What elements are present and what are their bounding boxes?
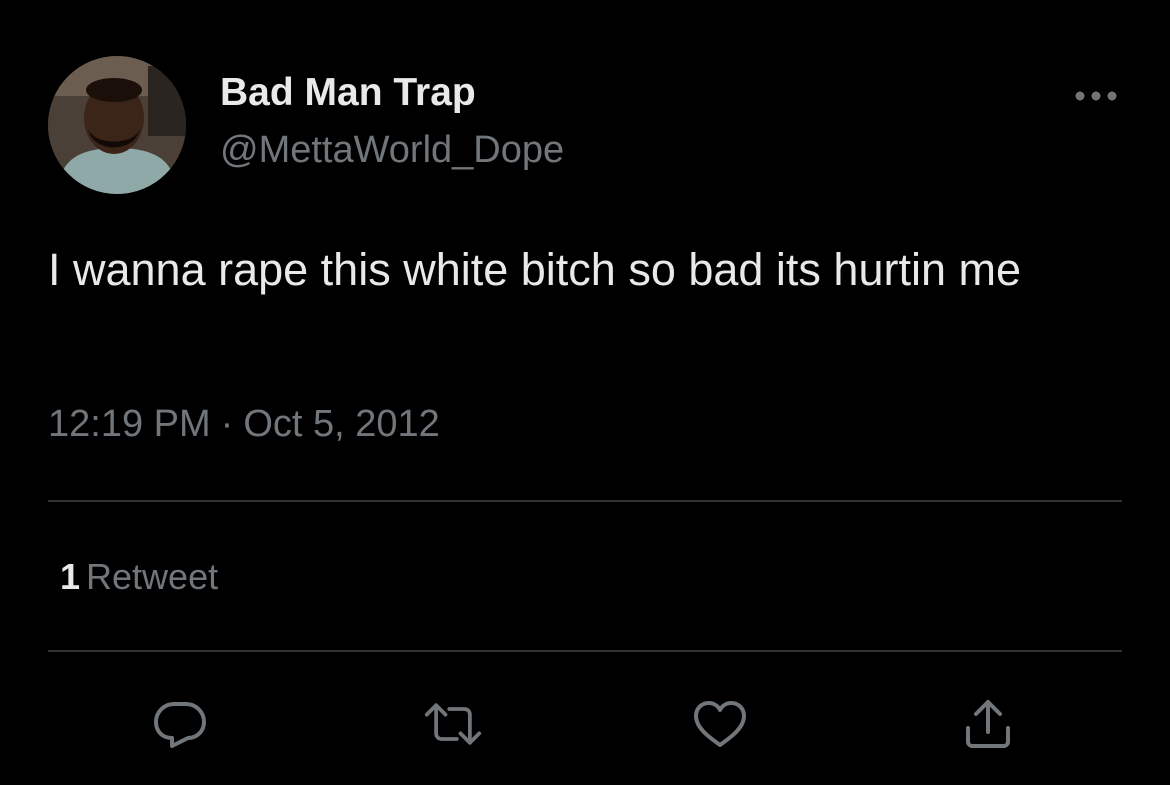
retweet-count: 1 bbox=[60, 556, 81, 597]
reply-button[interactable] bbox=[150, 694, 210, 754]
retweet-button[interactable] bbox=[423, 694, 483, 754]
retweet-label: Retweet bbox=[86, 556, 219, 597]
more-options-button[interactable] bbox=[1068, 76, 1124, 116]
tweet-date: Oct 5, 2012 bbox=[243, 403, 440, 445]
heart-icon bbox=[694, 701, 746, 747]
user-avatar-icon bbox=[48, 56, 186, 194]
author-handle[interactable]: @MettaWorld_Dope bbox=[220, 127, 564, 173]
timestamp-separator: · bbox=[220, 403, 234, 445]
tweet-text: I wanna rape this white bitch so bad its… bbox=[48, 244, 1022, 295]
retweet-icon bbox=[424, 703, 482, 745]
tweet-time: 12:19 PM bbox=[48, 403, 211, 445]
avatar[interactable] bbox=[48, 56, 186, 194]
more-icon bbox=[1075, 91, 1117, 101]
divider bbox=[48, 500, 1122, 502]
retweet-stats[interactable]: 1 Retweet bbox=[60, 555, 218, 599]
divider bbox=[48, 650, 1122, 652]
tweet-timestamp[interactable]: 12:19 PM · Oct 5, 2012 bbox=[48, 401, 440, 447]
like-button[interactable] bbox=[690, 694, 750, 754]
reply-icon bbox=[154, 702, 206, 748]
author-display-name[interactable]: Bad Man Trap bbox=[220, 70, 476, 116]
tweet: Bad Man Trap @MettaWorld_Dope I wanna ra… bbox=[0, 0, 1170, 785]
share-icon bbox=[966, 700, 1010, 748]
share-button[interactable] bbox=[958, 694, 1018, 754]
